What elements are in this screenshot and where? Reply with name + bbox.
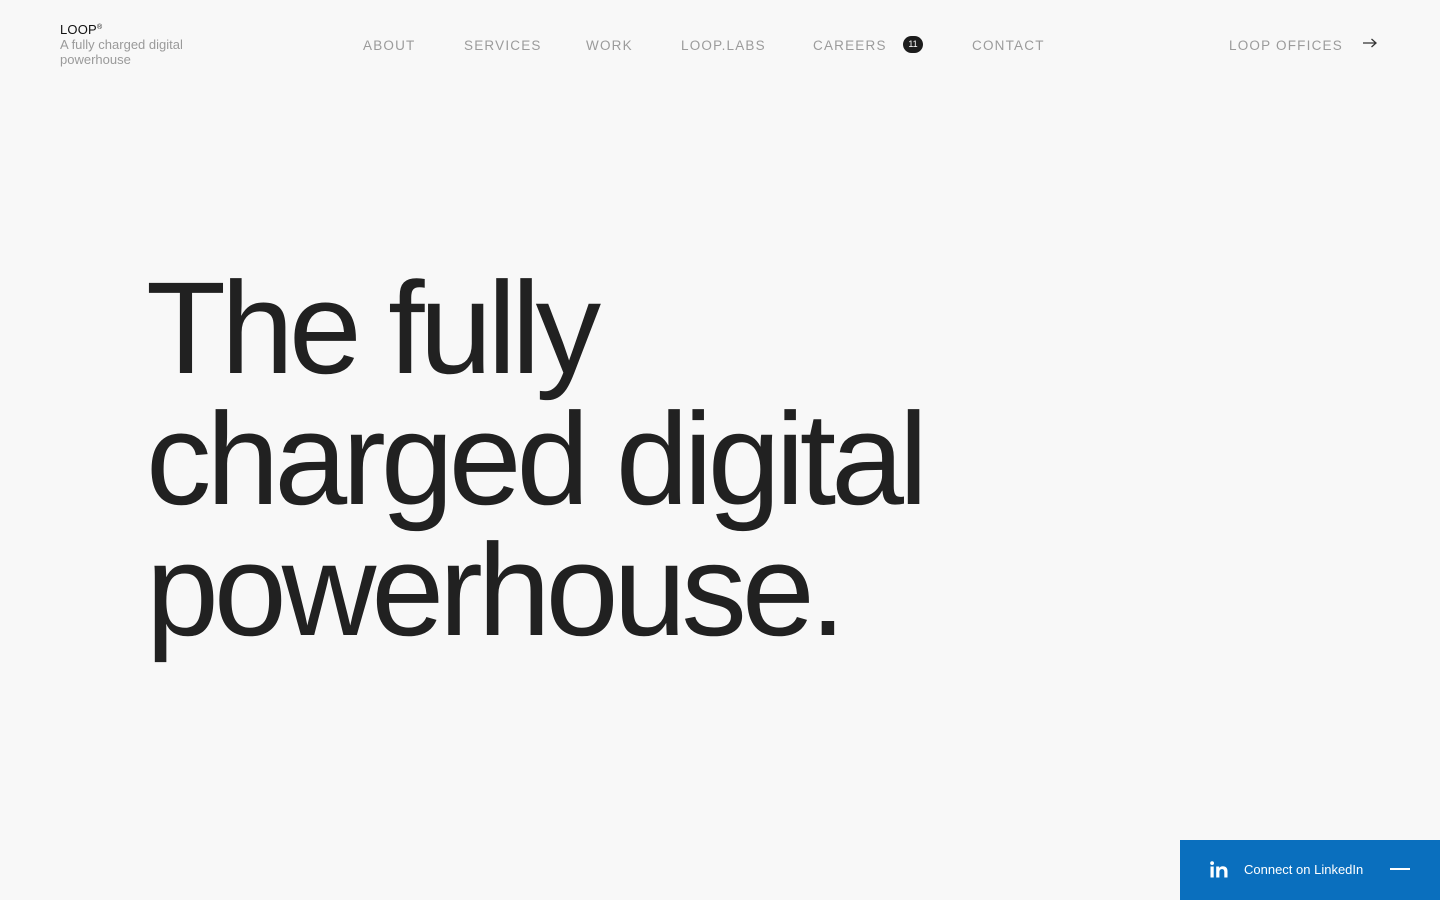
hero-emphasis-word: digital [615, 385, 928, 532]
hero-line-3: powerhouse. [146, 516, 846, 663]
arrow-right-icon[interactable] [1362, 37, 1378, 49]
hero-line-2-text: charged [146, 385, 616, 532]
nav-item-work[interactable]: WORK [586, 38, 633, 53]
careers-count-badge: 11 [903, 36, 923, 53]
nav-item-contact[interactable]: CONTACT [972, 38, 1045, 53]
registered-mark: ® [96, 24, 103, 31]
linkedin-connect-label: Connect on LinkedIn [1244, 862, 1364, 877]
nav-item-services[interactable]: SERVICES [464, 38, 542, 53]
linkedin-connect-widget[interactable]: Connect on LinkedIn [1180, 840, 1440, 900]
brand-logo[interactable]: LOOP® A fully charged digital powerhouse [60, 20, 190, 67]
nav-item-careers[interactable]: CAREERS [813, 38, 887, 53]
nav-item-loop-labs[interactable]: LOOP.LABS [681, 38, 766, 53]
loop-offices-link[interactable]: LOOP OFFICES [1229, 38, 1343, 53]
nav-item-about[interactable]: ABOUT [363, 38, 416, 53]
brand-tagline: A fully charged digital powerhouse [60, 37, 183, 67]
brand-name: LOOP® [60, 22, 103, 37]
minimize-icon[interactable] [1390, 868, 1410, 870]
hero-line-2: charged digital [146, 385, 928, 532]
linkedin-icon [1210, 861, 1228, 878]
page: LOOP® A fully charged digital powerhouse… [0, 0, 1440, 900]
hero-heading: The fully charged digital powerhouse. [146, 254, 928, 663]
hero-line-1: The fully [146, 254, 601, 401]
